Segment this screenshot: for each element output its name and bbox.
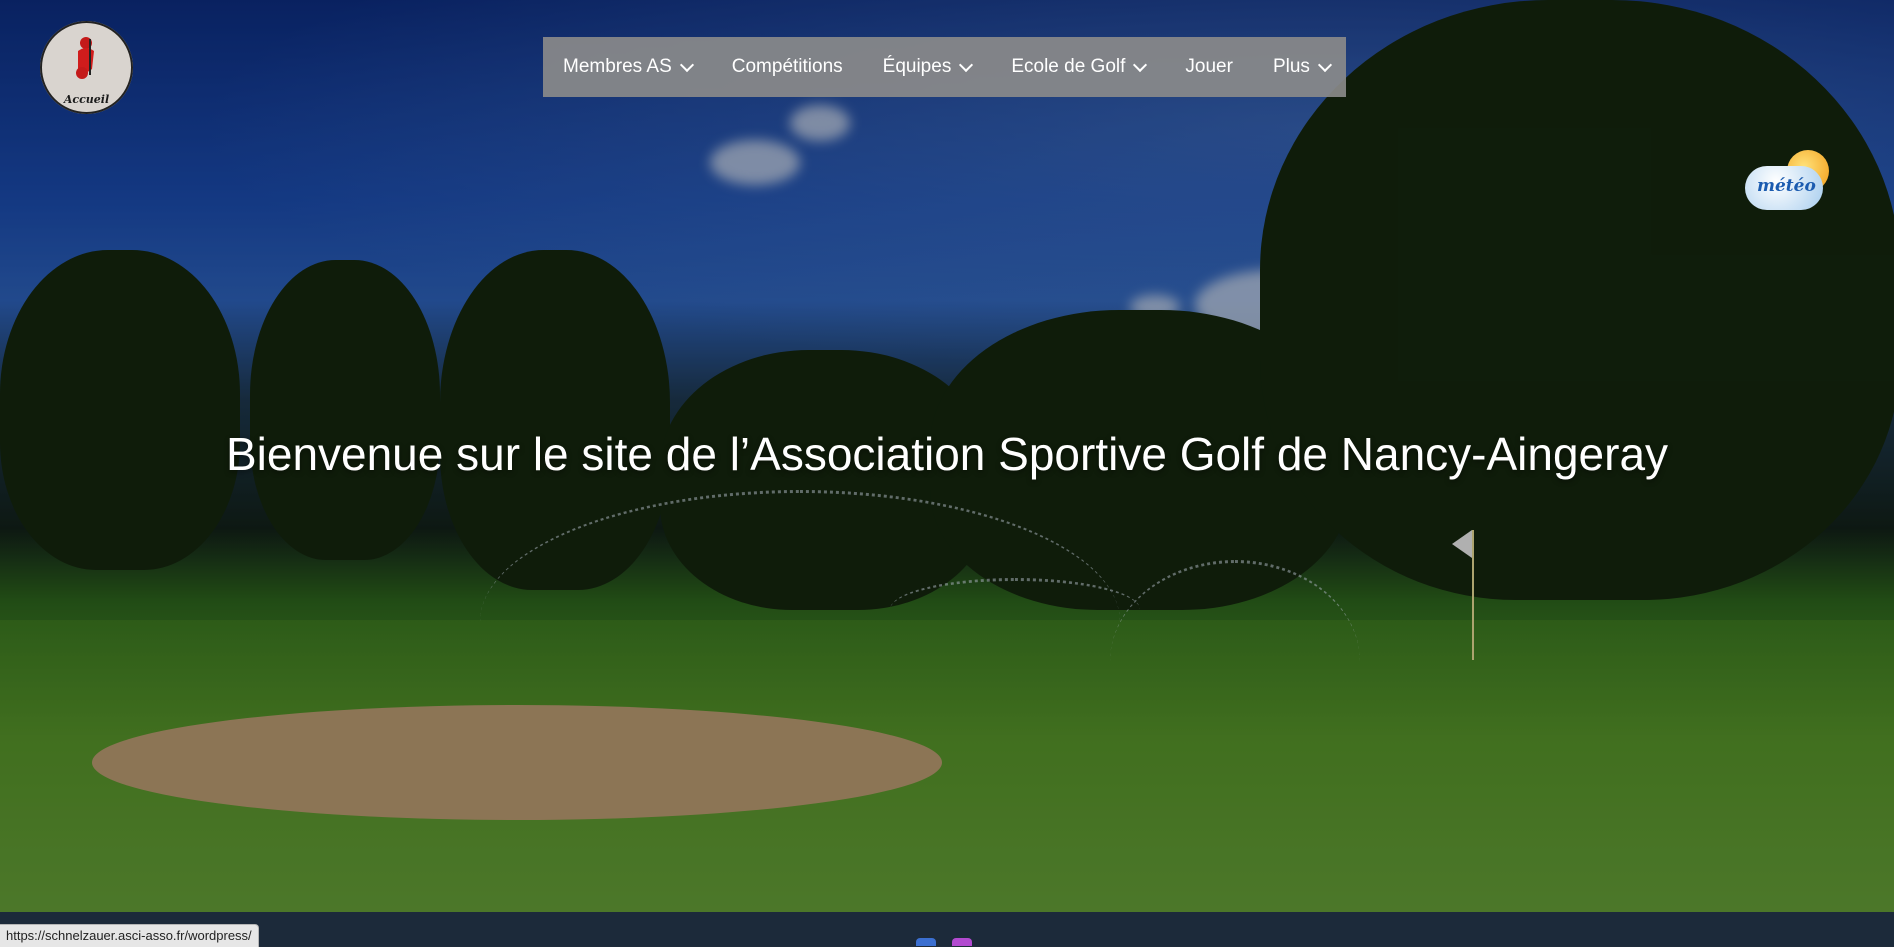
hero-title: Bienvenue sur le site de l’Association S… (225, 428, 1669, 480)
logo-label: Accueil (63, 93, 110, 106)
instagram-icon[interactable] (952, 938, 972, 946)
status-bar-url: https://schnelzauer.asci-asso.fr/wordpre… (0, 924, 259, 947)
nav-item-membres-as[interactable]: Membres AS (563, 56, 694, 78)
nav-item-label: Ecole de Golf (1011, 56, 1126, 77)
nav-item-equipes[interactable]: Équipes (882, 56, 974, 78)
site-logo[interactable]: Accueil (40, 21, 133, 114)
chevron-down-icon (679, 57, 694, 73)
nav-item-competitions[interactable]: Compétitions (732, 56, 843, 78)
chevron-down-icon (959, 57, 974, 73)
nav-item-label: Compétitions (731, 56, 843, 77)
footer-bar (0, 912, 1894, 946)
nav-item-ecole-de-golf[interactable]: Ecole de Golf (1011, 56, 1148, 78)
facebook-icon[interactable] (916, 938, 936, 946)
golfer-icon (76, 37, 94, 79)
nav-item-label: Plus (1272, 56, 1310, 77)
nav-item-plus[interactable]: Plus (1272, 56, 1332, 78)
weather-widget[interactable]: météo (1745, 148, 1835, 218)
nav-item-label: Jouer (1185, 56, 1233, 77)
nav-item-label: Membres AS (563, 56, 672, 77)
nav-item-jouer[interactable]: Jouer (1185, 56, 1233, 78)
main-navigation: Membres AS Compétitions Équipes Ecole de… (543, 37, 1346, 97)
chevron-down-icon (1317, 57, 1332, 73)
chevron-down-icon (1133, 57, 1148, 73)
nav-item-label: Équipes (882, 56, 952, 77)
weather-label: météo (1757, 176, 1816, 196)
